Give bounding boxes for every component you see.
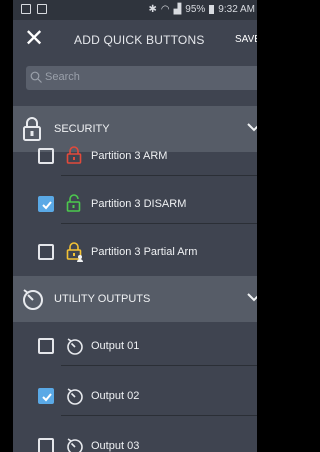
wifi-icon: ◠ <box>160 4 170 15</box>
section-utility-outputs[interactable]: UTILITY OUTPUTS <box>13 276 257 322</box>
section-label: UTILITY OUTPUTS <box>54 293 151 305</box>
item-label: Partition 3 Partial Arm <box>91 246 198 258</box>
gallery-icon <box>37 4 47 14</box>
battery-icon <box>209 5 215 14</box>
close-icon[interactable]: ✕ <box>23 27 45 51</box>
list-item[interactable]: Output 01 <box>13 328 257 366</box>
list-item[interactable]: Partition 3 Partial Arm <box>13 234 257 272</box>
checkbox[interactable] <box>38 338 54 354</box>
chevron-down-icon[interactable] <box>247 122 257 132</box>
lock-partial-yellow-icon <box>66 242 83 262</box>
stopwatch-icon <box>67 388 83 405</box>
checkbox-checked[interactable] <box>38 196 54 212</box>
save-button[interactable]: SAVE <box>235 34 257 45</box>
checkmark-icon <box>42 201 52 210</box>
list-item[interactable]: Partition 3 ARM <box>13 138 257 176</box>
clock: 9:32 AM <box>218 4 255 15</box>
stopwatch-icon <box>67 438 83 452</box>
checkbox[interactable] <box>38 244 54 260</box>
search-icon <box>30 71 42 83</box>
list-item[interactable]: Partition 3 DISARM <box>13 186 257 224</box>
stopwatch-icon <box>67 338 83 355</box>
lock-open-green-icon <box>66 194 81 212</box>
battery-percent: 95% <box>185 4 206 15</box>
search-input[interactable]: Search <box>26 66 257 90</box>
screenshot-icon <box>21 4 31 14</box>
divider <box>61 365 257 366</box>
checkbox-checked[interactable] <box>38 388 54 404</box>
list-item[interactable]: Output 02 <box>13 378 257 416</box>
signal-icon: ▟ <box>173 4 182 15</box>
item-label: Output 02 <box>91 390 140 402</box>
header: ✕ ADD QUICK BUTTONS SAVE <box>13 20 257 60</box>
lock-closed-red-icon <box>66 146 82 164</box>
checkbox[interactable] <box>38 438 54 452</box>
divider <box>61 415 257 416</box>
page-title: ADD QUICK BUTTONS <box>74 33 205 47</box>
list-item[interactable]: Output 03 <box>13 428 257 452</box>
divider <box>61 175 257 176</box>
item-label: Output 01 <box>91 340 140 352</box>
item-label: Output 03 <box>91 440 140 452</box>
bluetooth-icon: ✱ <box>148 4 157 15</box>
checkbox[interactable] <box>38 148 54 164</box>
status-bar: ✱ ◠ ▟ 95% 9:32 AM <box>13 0 257 20</box>
item-label: Partition 3 DISARM <box>91 198 187 210</box>
app-screen: ✱ ◠ ▟ 95% 9:32 AM ✕ ADD QUICK BUTTONS SA… <box>13 0 257 452</box>
stopwatch-icon <box>23 289 43 310</box>
item-label: Partition 3 ARM <box>91 150 168 162</box>
section-label: SECURITY <box>54 123 110 135</box>
search-placeholder: Search <box>45 71 80 83</box>
divider <box>61 223 257 224</box>
checkmark-icon <box>42 393 52 402</box>
chevron-down-icon[interactable] <box>247 292 257 302</box>
